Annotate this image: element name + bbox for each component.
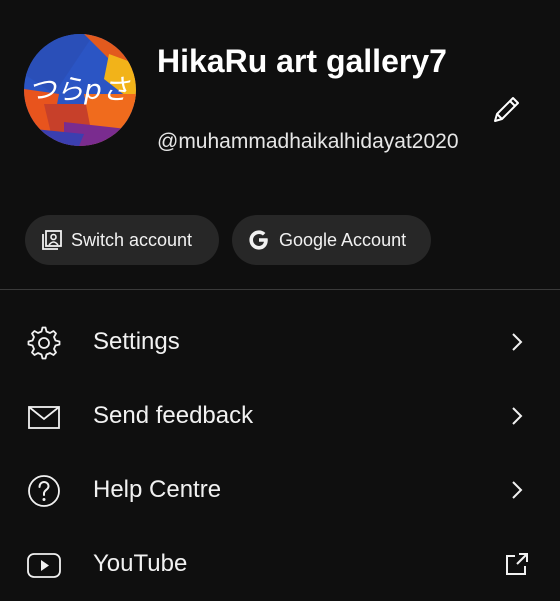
menu-item-label: Settings bbox=[93, 328, 180, 355]
gear-icon bbox=[27, 326, 61, 360]
switch-account-button[interactable]: Switch account bbox=[25, 215, 219, 265]
menu-item-label: YouTube bbox=[93, 550, 188, 577]
menu-item-label: Help Centre bbox=[93, 476, 222, 503]
channel-name: HikaRu art gallery7 bbox=[157, 43, 447, 79]
chevron-right-icon bbox=[512, 481, 523, 499]
pencil-icon bbox=[494, 97, 519, 122]
chevron-right-icon bbox=[512, 407, 523, 425]
external-link-icon bbox=[506, 553, 528, 575]
menu-item-youtube[interactable]: YouTube bbox=[0, 527, 560, 601]
youtube-icon bbox=[27, 553, 61, 578]
google-account-button[interactable]: Google Account bbox=[232, 215, 431, 265]
google-account-label: Google Account bbox=[279, 229, 407, 250]
menu-item-settings[interactable]: Settings bbox=[0, 305, 560, 379]
mail-icon bbox=[28, 406, 60, 429]
menu-item-help-centre[interactable]: Help Centre bbox=[0, 453, 560, 527]
channel-handle: @muhammadhaikalhidayat2020 bbox=[157, 130, 459, 153]
divider bbox=[0, 289, 560, 290]
menu-item-label: Send feedback bbox=[93, 402, 254, 429]
help-circle-icon bbox=[28, 475, 60, 507]
google-icon bbox=[249, 230, 268, 250]
switch-account-label: Switch account bbox=[71, 229, 193, 250]
switch-account-icon bbox=[42, 230, 62, 250]
edit-profile-button[interactable] bbox=[486, 90, 526, 130]
chevron-right-icon bbox=[512, 333, 523, 351]
menu-item-send-feedback[interactable]: Send feedback bbox=[0, 379, 560, 453]
avatar-handwriting: つらpさ bbox=[28, 73, 130, 106]
avatar[interactable]: つらpさ bbox=[24, 34, 136, 146]
